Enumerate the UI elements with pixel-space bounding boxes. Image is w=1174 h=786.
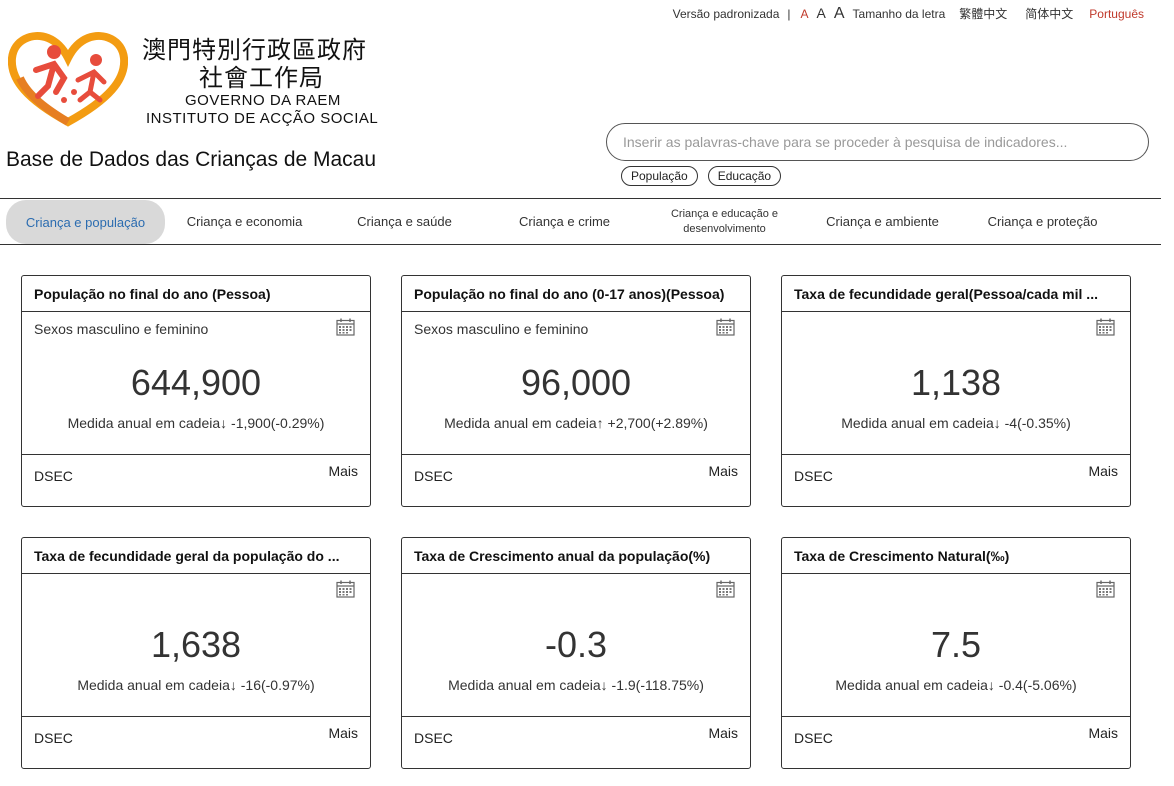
card-source: DSEC [414,468,453,484]
indicator-card: População no final do ano (0-17 anos)(Pe… [401,275,751,507]
card-header: Taxa de fecundidade geral da população d… [22,538,370,574]
card-body: 7.5 Medida anual em cadeia↓ -0.4(-5.06%) [782,574,1130,717]
card-body: 1,638 Medida anual em cadeia↓ -16(-0.97%… [22,574,370,717]
nav-item-crianca-economia[interactable]: Criança e economia [166,199,323,244]
indicator-card: Taxa de Crescimento anual da população(%… [401,537,751,769]
card-value: -0.3 [544,624,608,665]
card-subtitle: Sexos masculino e feminino [34,321,209,337]
card-more-link[interactable]: Mais [328,725,358,741]
card-title: Taxa de Crescimento anual da população(%… [414,547,711,564]
card-footer: DSEC Mais [782,717,1130,768]
logo-portuguese-line1: GOVERNO DA RAEM [185,92,341,109]
indicator-card: População no final do ano (Pessoa) Sexos… [21,275,371,507]
lang-portuguese-link[interactable]: Português [1089,7,1144,21]
logo-chinese-line2: 社會工作局 [199,64,324,92]
nav-item-crianca-educacao[interactable]: Criança e educação e desenvolvimento [646,199,803,244]
card-more-link[interactable]: Mais [1088,725,1118,741]
card-title: População no final do ano (Pessoa) [34,285,271,302]
calendar-icon[interactable] [716,318,735,336]
card-header: Taxa de Crescimento anual da população(%… [402,538,750,574]
card-value: 7.5 [930,624,982,665]
tag-populacao[interactable]: População [621,166,698,186]
card-footer: DSEC Mais [782,455,1130,506]
heart-children-logo-icon [8,32,128,127]
nav-item-crianca-ambiente[interactable]: Criança e ambiente [804,199,961,244]
card-value: 644,900 [130,362,262,403]
calendar-icon[interactable] [716,580,735,598]
card-more-link[interactable]: Mais [708,463,738,479]
ias-logo[interactable]: 澳門特別行政區政府 社會工作局 GOVERNO DA RAEM INSTITUT… [8,30,408,135]
card-change: Medida anual em cadeia↓ -16(-0.97%) [77,677,315,693]
card-value: 96,000 [520,362,632,403]
card-header: Taxa de fecundidade geral(Pessoa/cada mi… [782,276,1130,312]
card-value: 1,138 [910,362,1002,403]
card-source: DSEC [414,730,453,746]
calendar-icon[interactable] [1096,318,1115,336]
indicator-search-input[interactable] [606,123,1149,161]
card-change: Medida anual em cadeia↓ -0.4(-5.06%) [835,677,1077,693]
card-more-link[interactable]: Mais [708,725,738,741]
lang-simplified-chinese-link[interactable]: 简体中文 [1025,5,1073,22]
logo-portuguese-line2: INSTITUTO DE ACÇÃO SOCIAL [146,110,379,127]
card-more-link[interactable]: Mais [328,463,358,479]
card-subtitle: Sexos masculino e feminino [414,321,589,337]
font-size-medium-button[interactable]: A [817,5,826,21]
card-more-link[interactable]: Mais [1088,463,1118,479]
nav-item-crianca-populacao[interactable]: Criança e população [6,200,165,244]
search-tags: População Educação [621,166,782,186]
card-value: 1,638 [150,624,242,665]
card-change: Medida anual em cadeia↓ -1.9(-118.75%) [448,677,704,693]
card-source: DSEC [794,468,833,484]
card-body: Sexos masculino e feminino 644,900 Medid… [22,312,370,455]
card-change: Medida anual em cadeia↓ -4(-0.35%) [841,415,1071,431]
lang-traditional-chinese-link[interactable]: 繁體中文 [959,5,1007,22]
indicator-card: Taxa de fecundidade geral da população d… [21,537,371,769]
card-footer: DSEC Mais [402,455,750,506]
nav-item-crianca-saude[interactable]: Criança e saúde [326,199,483,244]
card-footer: DSEC Mais [22,717,370,768]
card-source: DSEC [34,730,73,746]
card-header: População no final do ano (Pessoa) [22,276,370,312]
card-title: Taxa de fecundidade geral(Pessoa/cada mi… [794,285,1098,302]
card-body: -0.3 Medida anual em cadeia↓ -1.9(-118.7… [402,574,750,717]
nav-item-crianca-protecao[interactable]: Criança e proteção [964,199,1121,244]
card-title: Taxa de Crescimento Natural(‰) [794,547,1010,564]
site-title: Base de Dados das Crianças de Macau [6,148,377,171]
card-source: DSEC [34,468,73,484]
font-size-small-button[interactable]: A [801,7,809,21]
calendar-icon[interactable] [336,318,355,336]
font-size-label: Tamanho da letra [852,7,946,21]
indicator-card: Taxa de fecundidade geral(Pessoa/cada mi… [781,275,1131,507]
nav-item-crianca-crime[interactable]: Criança e crime [486,199,643,244]
card-change: Medida anual em cadeia↓ -1,900(-0.29%) [67,415,325,431]
card-footer: DSEC Mais [402,717,750,768]
indicator-card: Taxa de Crescimento Natural(‰) 7.5 Medid… [781,537,1131,769]
card-title: População no final do ano (0-17 anos)(Pe… [414,285,725,302]
calendar-icon[interactable] [336,580,355,598]
tag-educacao[interactable]: Educação [707,166,782,186]
card-title: Taxa de fecundidade geral da população d… [34,547,340,564]
card-header: População no final do ano (0-17 anos)(Pe… [402,276,750,312]
font-size-large-button[interactable]: A [834,5,845,23]
separator: | [787,7,791,21]
card-footer: DSEC Mais [22,455,370,506]
card-body: Sexos masculino e feminino 96,000 Medida… [402,312,750,455]
card-body: 1,138 Medida anual em cadeia↓ -4(-0.35%) [782,312,1130,455]
calendar-icon[interactable] [1096,580,1115,598]
standard-version-link[interactable]: Versão padronizada [673,7,780,21]
card-source: DSEC [794,730,833,746]
top-utility-bar: Versão padronizada | A A A Tamanho da le… [673,5,1144,23]
card-header: Taxa de Crescimento Natural(‰) [782,538,1130,574]
card-change: Medida anual em cadeia↑ +2,700(+2.89%) [444,415,708,431]
category-nav: Criança e população Criança e economia C… [0,198,1161,245]
